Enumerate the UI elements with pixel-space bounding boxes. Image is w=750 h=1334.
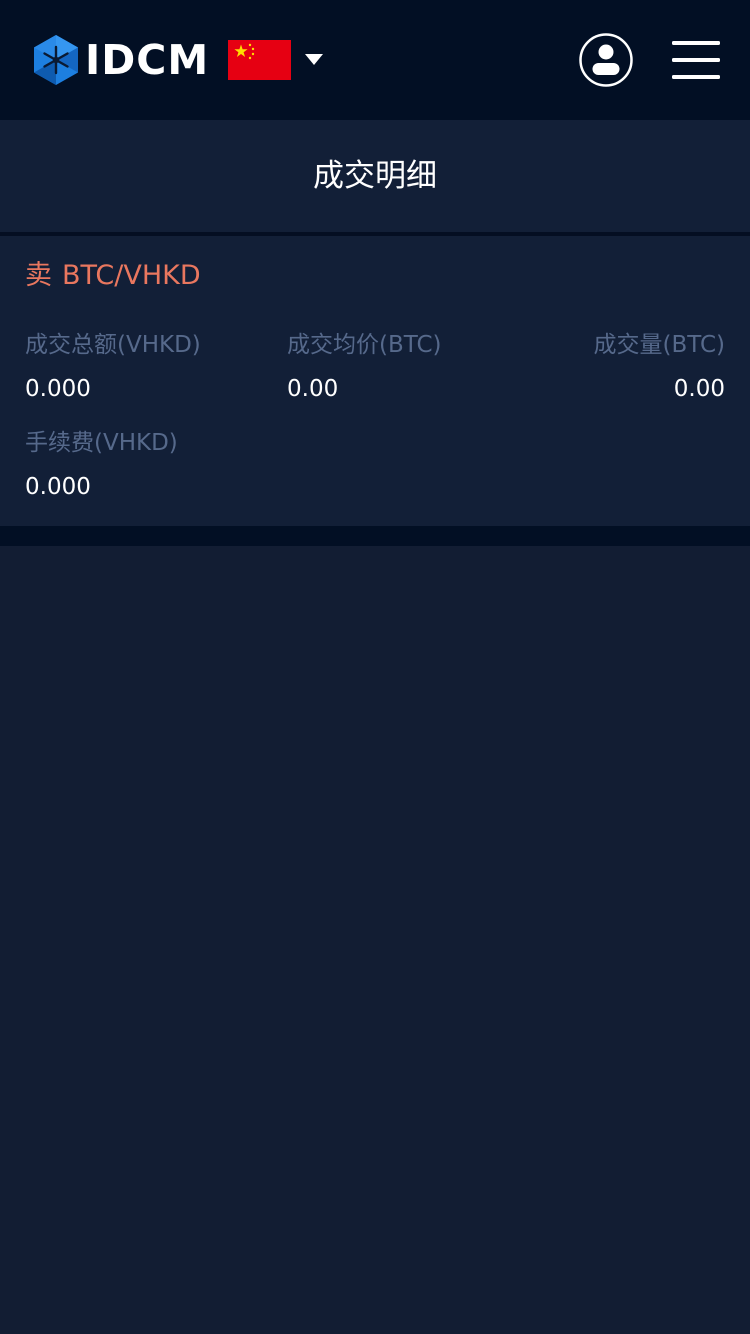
avg-price-label: 成交均价(BTC) <box>287 332 442 358</box>
volume-value: 0.00 <box>673 376 725 402</box>
trade-detail-card: 卖 BTC/VHKD 成交总额(VHKD) 0.000 成交均价(BTC) 0.0… <box>0 236 750 526</box>
trade-side-label: 卖 <box>25 260 52 291</box>
caret-down-icon <box>305 54 323 65</box>
avg-price-value: 0.00 <box>287 376 339 402</box>
logo-text: IDCM <box>85 36 210 84</box>
total-amount-value: 0.000 <box>25 376 91 402</box>
user-account-button[interactable] <box>579 33 633 87</box>
top-navigation-bar: IDCM <box>0 0 750 120</box>
trade-pair-label: BTC/VHKD <box>62 260 201 291</box>
trade-pair-heading: 卖 BTC/VHKD <box>25 258 201 294</box>
volume-label: 成交量(BTC) <box>593 332 726 358</box>
hamburger-menu-button[interactable] <box>671 40 721 80</box>
language-selector[interactable] <box>228 40 323 80</box>
fee-value: 0.000 <box>25 474 91 500</box>
china-flag-icon <box>228 40 291 80</box>
page-title-bar: 成交明细 <box>0 120 750 232</box>
section-divider-bottom <box>0 526 750 546</box>
idcm-logo-icon <box>34 35 78 85</box>
fee-label: 手续费(VHKD) <box>25 430 178 456</box>
total-amount-label: 成交总额(VHKD) <box>25 332 201 358</box>
idcm-logo[interactable]: IDCM <box>33 34 209 86</box>
page-title: 成交明细 <box>313 158 437 194</box>
